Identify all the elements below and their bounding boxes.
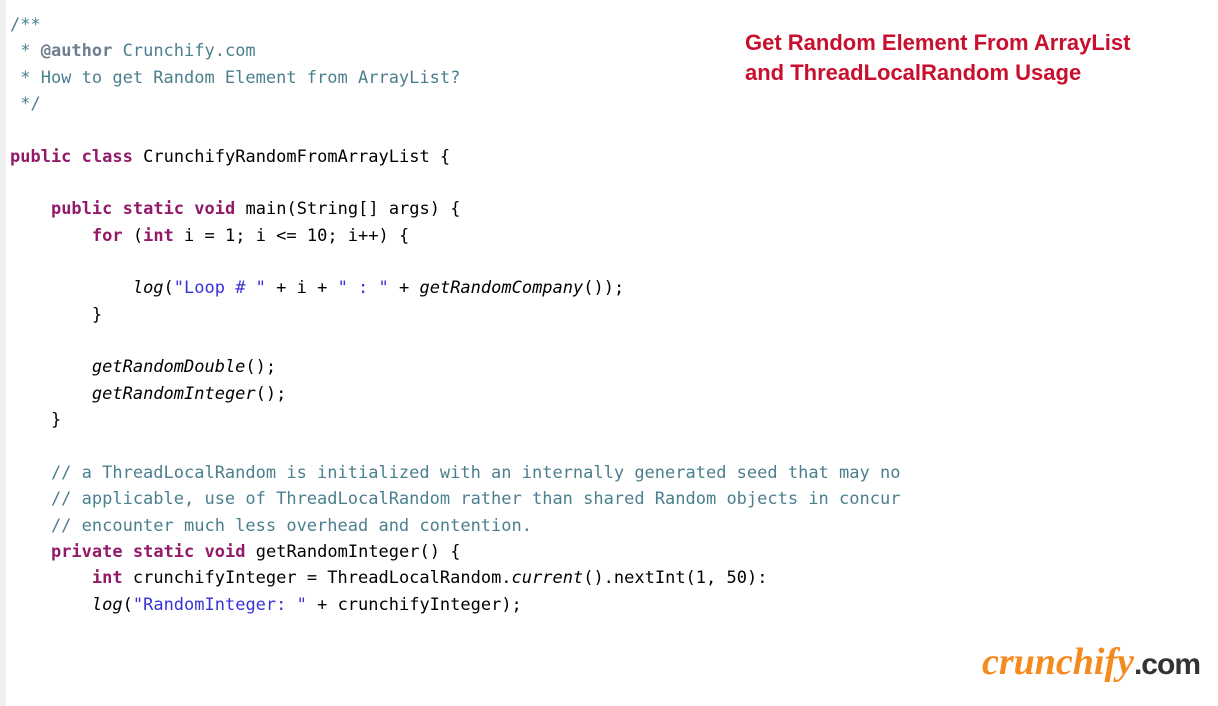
callout-title: Get Random Element From ArrayList and Th… bbox=[745, 28, 1130, 87]
callout-line1: Get Random Element From ArrayList bbox=[745, 28, 1130, 58]
javadoc-line: * How to get Random Element from ArrayLi… bbox=[10, 68, 460, 88]
call-getRandomCompany: getRandomCompany bbox=[419, 278, 583, 298]
screenshot-root: Get Random Element From ArrayList and Th… bbox=[0, 0, 1218, 706]
pad bbox=[10, 595, 92, 615]
paren: ( bbox=[286, 199, 296, 219]
paren: ( bbox=[123, 226, 143, 246]
kw-class: class bbox=[82, 147, 133, 167]
kw-int: int bbox=[143, 226, 174, 246]
string-literal: "RandomInteger: " bbox=[133, 595, 307, 615]
method-main: main bbox=[246, 199, 287, 219]
kw-private: private bbox=[51, 542, 123, 562]
brace: { bbox=[430, 147, 450, 167]
concat: + i + bbox=[266, 278, 338, 298]
pad bbox=[10, 384, 92, 404]
call-log: log bbox=[133, 278, 164, 298]
kw-static: static bbox=[133, 542, 194, 562]
callout-line2: and ThreadLocalRandom Usage bbox=[745, 58, 1130, 88]
stmt-end: () { bbox=[420, 542, 461, 562]
editor-gutter bbox=[0, 0, 6, 706]
stmt-end: ()); bbox=[583, 278, 624, 298]
brace-close: } bbox=[10, 305, 102, 325]
class-name: CrunchifyRandomFromArrayList bbox=[143, 147, 430, 167]
call-current: current bbox=[512, 568, 584, 588]
kw-int: int bbox=[92, 568, 123, 588]
string-literal: "Loop # " bbox=[174, 278, 266, 298]
javadoc-author-pre: * bbox=[10, 41, 41, 61]
pad bbox=[10, 357, 92, 377]
args: String[] args bbox=[297, 199, 430, 219]
expr: ().nextInt(1, 50): bbox=[583, 568, 767, 588]
for-rest: i = 1; i <= 10; i++) { bbox=[174, 226, 409, 246]
call-getRandomDouble: getRandomDouble bbox=[92, 357, 246, 377]
stmt-end: (); bbox=[245, 357, 276, 377]
watermark-logo: crunchify.com bbox=[982, 633, 1200, 692]
kw-public: public bbox=[10, 147, 71, 167]
paren: ) { bbox=[430, 199, 461, 219]
kw-void: void bbox=[205, 542, 246, 562]
kw-public: public bbox=[51, 199, 112, 219]
kw-static: static bbox=[123, 199, 184, 219]
method-getRandomInteger: getRandomInteger bbox=[256, 542, 420, 562]
expr: crunchifyInteger = ThreadLocalRandom. bbox=[123, 568, 512, 588]
comment-line: // a ThreadLocalRandom is initialized wi… bbox=[10, 463, 900, 483]
kw-for: for bbox=[92, 226, 123, 246]
kw-void: void bbox=[194, 199, 235, 219]
concat: + bbox=[389, 278, 420, 298]
string-literal: " : " bbox=[338, 278, 389, 298]
javadoc-open: /** bbox=[10, 15, 41, 35]
watermark-tld: .com bbox=[1134, 648, 1200, 681]
stmt-end: (); bbox=[256, 384, 287, 404]
javadoc-tag-author: @author bbox=[41, 41, 113, 61]
paren: ( bbox=[164, 278, 174, 298]
javadoc-close: */ bbox=[10, 94, 41, 114]
stmt-end: + crunchifyInteger); bbox=[307, 595, 522, 615]
call-log: log bbox=[92, 595, 123, 615]
pad bbox=[10, 278, 133, 298]
comment-line: // applicable, use of ThreadLocalRandom … bbox=[10, 489, 900, 509]
comment-line: // encounter much less overhead and cont… bbox=[10, 516, 532, 536]
pad bbox=[10, 568, 92, 588]
paren: ( bbox=[123, 595, 133, 615]
watermark-brand: crunchify bbox=[982, 641, 1134, 683]
call-getRandomInteger: getRandomInteger bbox=[92, 384, 256, 404]
javadoc-author-val: Crunchify.com bbox=[112, 41, 255, 61]
code-block: /** * @author Crunchify.com * How to get… bbox=[0, 0, 1218, 618]
brace-close: } bbox=[10, 410, 61, 430]
